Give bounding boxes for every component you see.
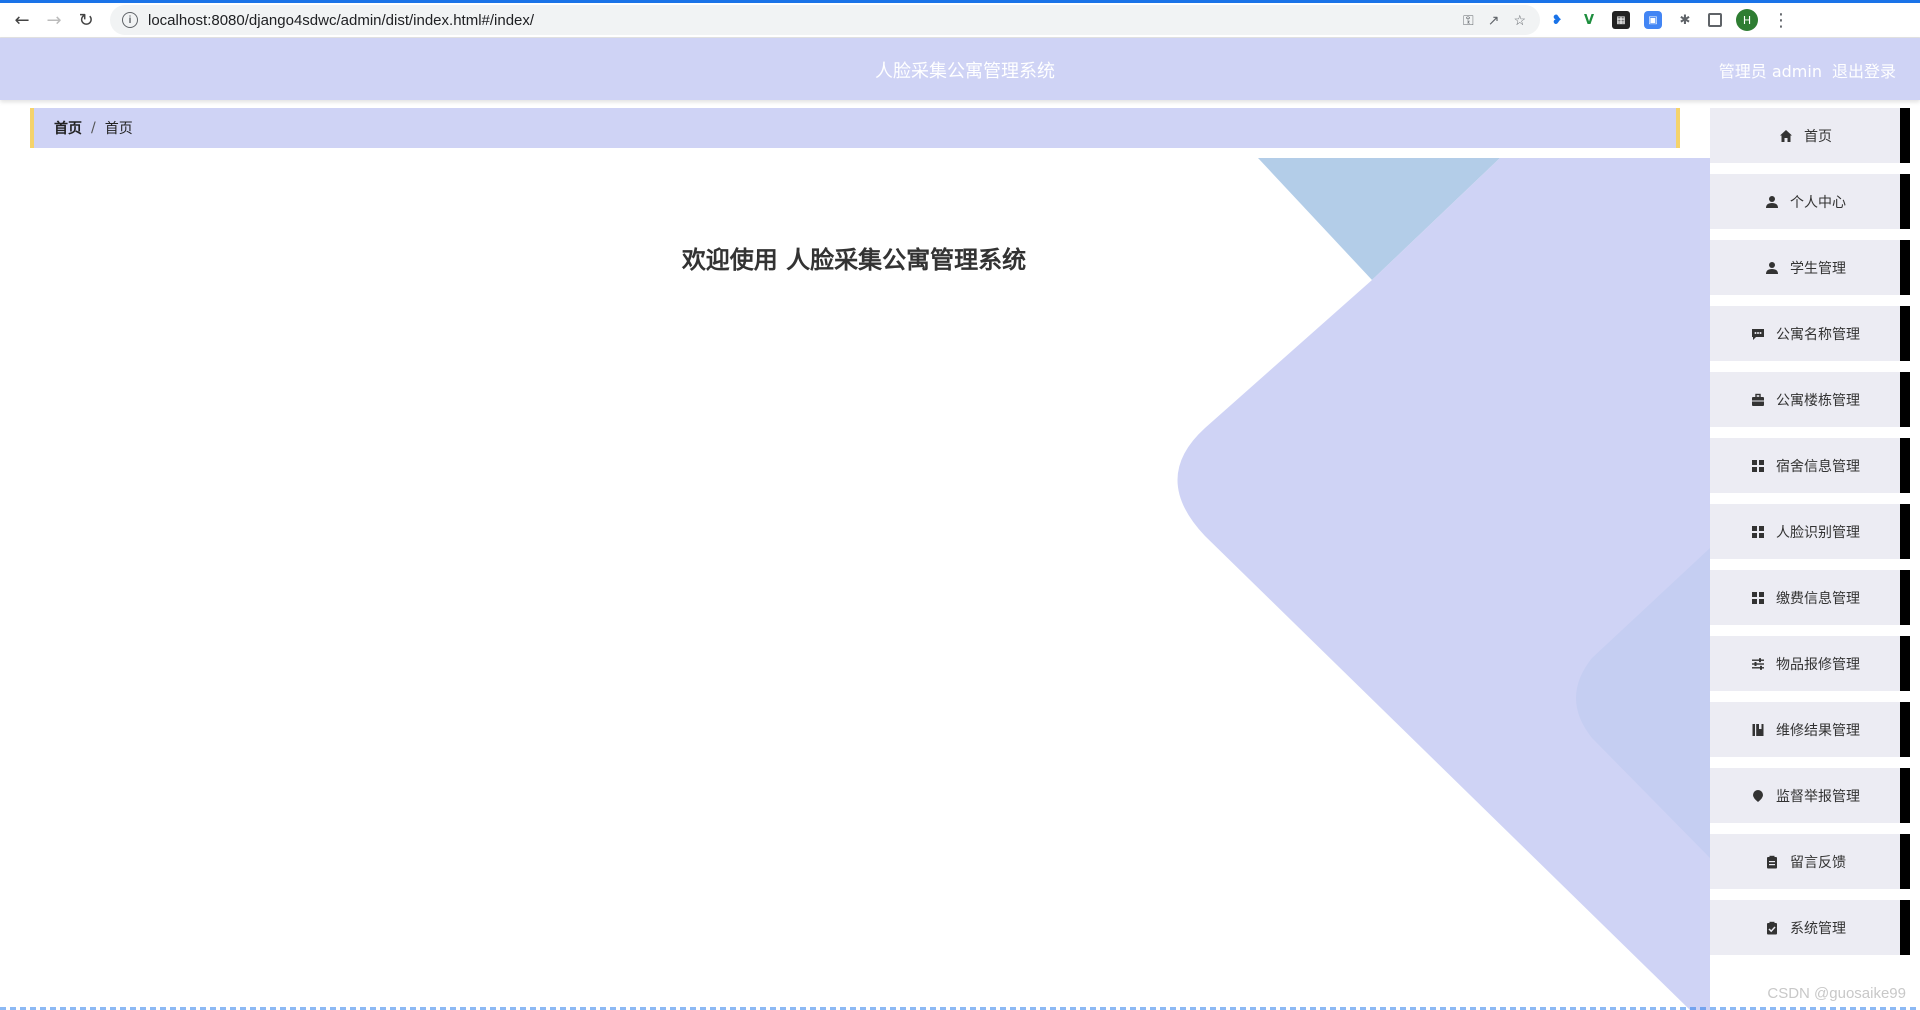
sidebar-item-label: 个人中心: [1790, 194, 1846, 211]
reload-icon[interactable]: ↻: [70, 4, 102, 36]
watermark: CSDN @guosaike99: [1767, 985, 1906, 1002]
grid-icon: [1750, 458, 1766, 474]
logout-link[interactable]: 退出登录: [1832, 58, 1896, 82]
sidebar-item-label: 维修结果管理: [1776, 722, 1860, 739]
sidebar-item-label: 缴费信息管理: [1776, 590, 1860, 607]
url-text: localhost:8080/django4sdwc/admin/dist/in…: [148, 11, 535, 29]
extension-icon[interactable]: ❥: [1548, 11, 1566, 29]
side-panel-icon[interactable]: [1708, 13, 1722, 27]
extension-icon[interactable]: ▦: [1612, 11, 1630, 29]
sidebar-item-repair-results[interactable]: 维修结果管理: [1710, 702, 1910, 757]
sidebar-item-repair-requests[interactable]: 物品报修管理: [1710, 636, 1910, 691]
sidebar-item-profile[interactable]: 个人中心: [1710, 174, 1910, 229]
clipboard-check-icon: [1764, 920, 1780, 936]
forward-arrow-icon[interactable]: →: [38, 4, 70, 36]
welcome-heading: 欢迎使用 人脸采集公寓管理系统: [681, 246, 1027, 274]
extension-icon[interactable]: V: [1580, 11, 1598, 29]
puzzle-icon[interactable]: ✱: [1676, 11, 1694, 29]
sidebar-item-face-recognition[interactable]: 人脸识别管理: [1710, 504, 1910, 559]
breadcrumb-home[interactable]: 首页: [54, 118, 82, 138]
briefcase-icon: [1750, 392, 1766, 408]
user-icon: [1764, 260, 1780, 276]
sidebar-item-label: 宿舍信息管理: [1776, 458, 1860, 475]
grid-icon: [1750, 590, 1766, 606]
book-icon: [1750, 722, 1766, 738]
breadcrumb: 首页 / 首页: [30, 108, 1680, 148]
sidebar-item-label: 监督举报管理: [1776, 788, 1860, 805]
grid-icon: [1750, 524, 1766, 540]
sidebar-item-payment-info[interactable]: 缴费信息管理: [1710, 570, 1910, 625]
address-bar[interactable]: i localhost:8080/django4sdwc/admin/dist/…: [110, 5, 1540, 35]
more-menu-icon[interactable]: ⋮: [1772, 10, 1790, 31]
key-icon[interactable]: ⚿: [1463, 12, 1474, 29]
main-content: 欢迎使用 人脸采集公寓管理系统: [0, 158, 1710, 1010]
app-header: 人脸采集公寓管理系统 管理员 admin 退出登录: [0, 38, 1920, 100]
sidebar-item-apartment-names[interactable]: 公寓名称管理: [1710, 306, 1910, 361]
browser-toolbar: ← → ↻ i localhost:8080/django4sdwc/admin…: [0, 0, 1920, 38]
message-icon: [1750, 326, 1766, 342]
sidebar-item-label: 物品报修管理: [1776, 656, 1860, 673]
sidebar-item-label: 公寓楼栋管理: [1776, 392, 1860, 409]
home-icon: [1778, 128, 1794, 144]
sidebar-item-label: 留言反馈: [1790, 854, 1846, 871]
sidebar-item-label: 公寓名称管理: [1776, 326, 1860, 343]
clipboard-icon: [1764, 854, 1780, 870]
location-icon: [1750, 788, 1766, 804]
sidebar-menu: 首页 个人中心 学生管理 公寓名称管理 公寓楼栋管理 宿舍信息管理 人脸识别管理…: [1710, 108, 1910, 1010]
user-icon: [1764, 194, 1780, 210]
sidebar-item-students[interactable]: 学生管理: [1710, 240, 1910, 295]
sidebar-item-supervision-reports[interactable]: 监督举报管理: [1710, 768, 1910, 823]
back-arrow-icon[interactable]: ←: [6, 4, 38, 36]
current-user: 管理员 admin: [1718, 62, 1822, 81]
extension-icon[interactable]: ▣: [1644, 11, 1662, 29]
share-icon[interactable]: ↗: [1488, 12, 1500, 29]
sliders-icon: [1750, 656, 1766, 672]
sidebar-item-system[interactable]: 系统管理: [1710, 900, 1910, 955]
sidebar-item-apartment-buildings[interactable]: 公寓楼栋管理: [1710, 372, 1910, 427]
breadcrumb-separator: /: [91, 120, 96, 136]
app-title: 人脸采集公寓管理系统: [875, 61, 1055, 82]
sidebar-item-label: 人脸识别管理: [1776, 524, 1860, 541]
background-decoration: [1177, 158, 1710, 1010]
sidebar-item-label: 学生管理: [1790, 260, 1846, 277]
sidebar-item-home[interactable]: 首页: [1710, 108, 1910, 163]
star-icon[interactable]: ☆: [1513, 12, 1526, 29]
sidebar-item-dormitory-info[interactable]: 宿舍信息管理: [1710, 438, 1910, 493]
site-info-icon[interactable]: i: [122, 12, 138, 28]
profile-avatar[interactable]: H: [1736, 9, 1758, 31]
breadcrumb-current: 首页: [104, 121, 133, 137]
sidebar-item-label: 首页: [1804, 128, 1832, 145]
sidebar-item-label: 系统管理: [1790, 920, 1846, 937]
sidebar-item-feedback[interactable]: 留言反馈: [1710, 834, 1910, 889]
